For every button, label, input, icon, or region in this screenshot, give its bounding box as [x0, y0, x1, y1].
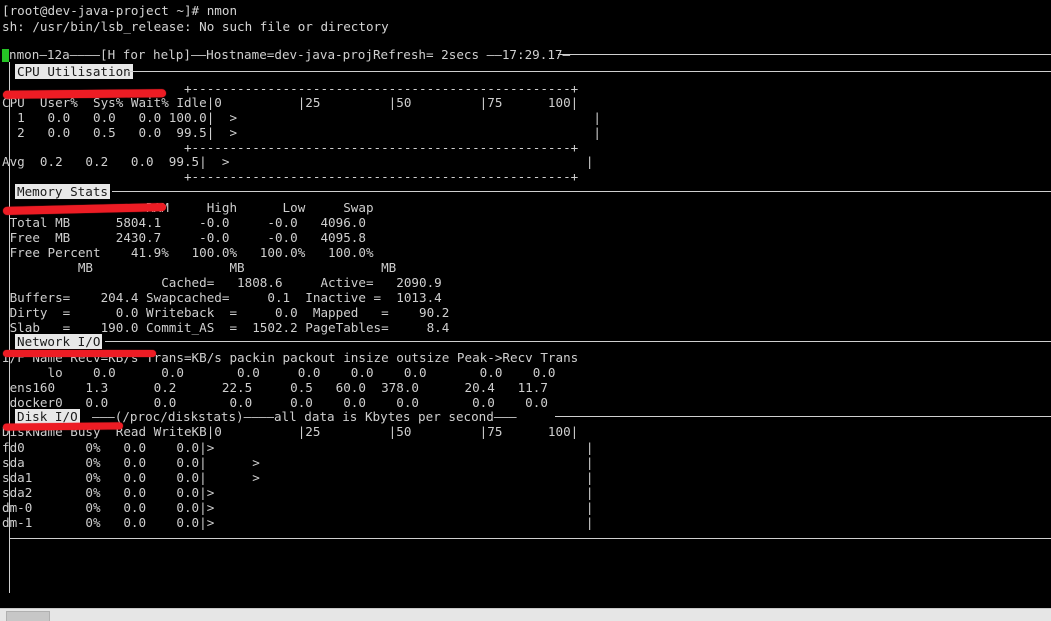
cpu-row-1: 1 0.0 0.0 0.0 100.0| > |	[2, 110, 601, 125]
network-row-docker0: docker0 0.0 0.0 0.0 0.0 0.0 0.0 0.0 0.0	[2, 395, 548, 410]
memory-slab-row: Slab = 190.0 Commit_AS = 1502.2 PageTabl…	[2, 320, 450, 335]
annotation-network-header-underline	[3, 350, 156, 357]
shell-error-line: sh: /usr/bin/lsb_release: No such file o…	[2, 19, 389, 34]
disk-section-title-rest: ———(/proc/diskstats)————all data is Kbyt…	[92, 409, 517, 424]
terminal-window[interactable]: [root@dev-java-project ~]# nmon sh: /usr…	[0, 0, 1051, 608]
network-row-ens160: ens160 1.3 0.2 22.5 0.5 60.0 378.0 20.4 …	[2, 380, 548, 395]
disk-row-dm-0: dm-0 0% 0.0 0.0|> |	[2, 500, 594, 515]
terminal-cursor	[2, 49, 9, 62]
disk-row-sda2: sda2 0% 0.0 0.0|> |	[2, 485, 594, 500]
cpu-section-rule	[127, 71, 1051, 72]
memory-cached-active-row: Cached= 1808.6 Active= 2090.9	[2, 275, 442, 290]
memory-free-percent-row: Free Percent 41.9% 100.0% 100.0% 100.0%	[2, 245, 374, 260]
section-label-disk-io: Disk I/O	[15, 409, 80, 424]
section-label-cpu-utilisation: CPU Utilisation	[15, 64, 133, 79]
nmon-header-line: nmon—12a————[H for help]——Hostname=dev-j…	[9, 47, 571, 62]
annotation-disk-header-underline	[2, 422, 124, 431]
memory-buffers-row: Buffers= 204.4 Swapcached= 0.1 Inactive …	[2, 290, 442, 305]
disk-section-rule	[555, 416, 1051, 417]
network-row-lo: lo 0.0 0.0 0.0 0.0 0.0 0.0 0.0 0.0	[2, 365, 556, 380]
disk-row-sda: sda 0% 0.0 0.0| > |	[2, 455, 594, 470]
taskbar-item[interactable]	[6, 611, 50, 621]
taskbar[interactable]	[0, 608, 1051, 621]
cpu-chart-mid-border: +---------------------------------------…	[2, 140, 579, 155]
cpu-chart-bottom-border: +---------------------------------------…	[2, 169, 579, 184]
shell-prompt-line: [root@dev-java-project ~]# nmon	[2, 3, 238, 18]
memory-total-row: Total MB 5804.1 -0.0 -0.0 4096.0	[2, 215, 366, 230]
memory-mb-units-row: MB MB MB	[2, 260, 397, 275]
disk-row-dm-1: dm-1 0% 0.0 0.0|> |	[2, 515, 594, 530]
cpu-row-2: 2 0.0 0.5 0.0 99.5| > |	[2, 125, 601, 140]
cpu-row-avg: Avg 0.2 0.2 0.0 99.5| > |	[2, 154, 594, 169]
nmon-bottom-rule	[9, 538, 1051, 539]
nmon-header-rule	[558, 54, 1051, 55]
annotation-cpu-header-underline	[2, 89, 167, 99]
disk-row-sda1: sda1 0% 0.0 0.0| > |	[2, 470, 594, 485]
memory-section-rule	[112, 191, 1051, 192]
network-section-rule	[105, 341, 1051, 342]
section-label-memory-stats: Memory Stats	[15, 184, 110, 199]
section-label-network-io: Network I/O	[15, 334, 103, 349]
screen: [root@dev-java-project ~]# nmon sh: /usr…	[0, 0, 1051, 621]
memory-free-row: Free MB 2430.7 -0.0 -0.0 4095.8	[2, 230, 366, 245]
disk-row-fd0: fd0 0% 0.0 0.0|> |	[2, 440, 594, 455]
memory-dirty-row: Dirty = 0.0 Writeback = 0.0 Mapped = 90.…	[2, 305, 450, 320]
